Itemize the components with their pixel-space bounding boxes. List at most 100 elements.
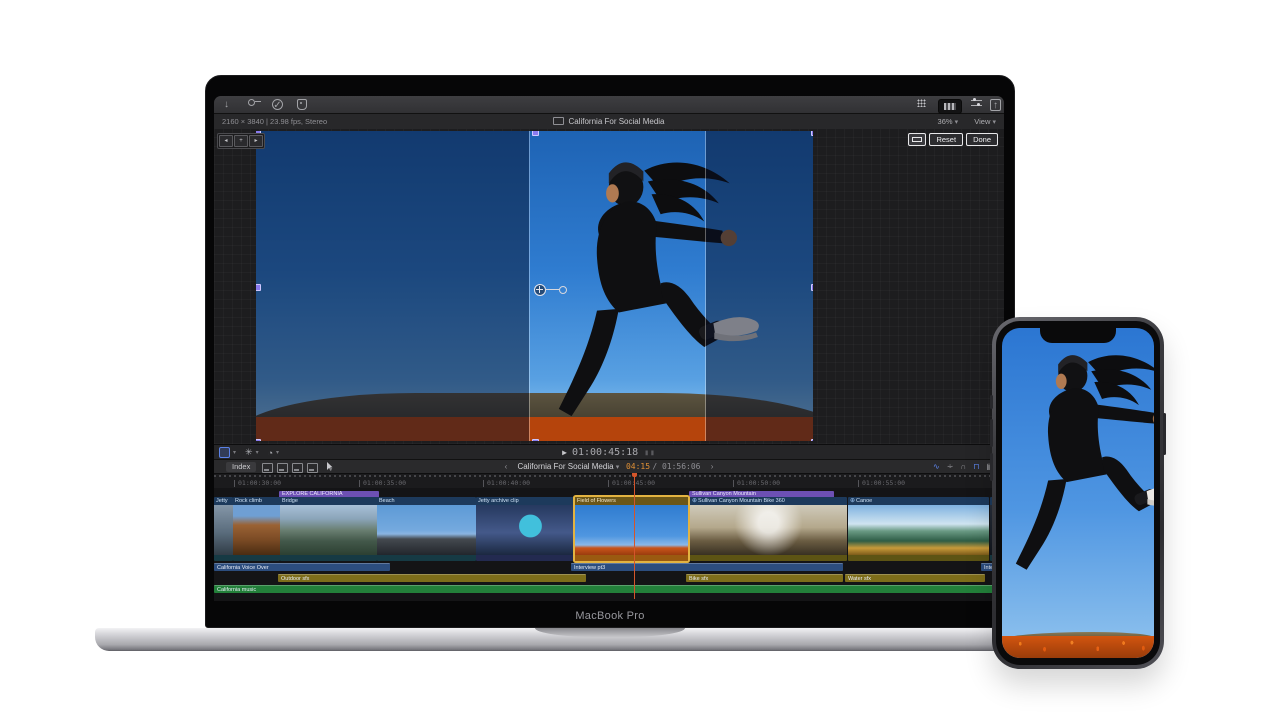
audio-clip[interactable]: Outdoor sfx (278, 574, 586, 582)
solo-icon[interactable]: ∩ (960, 462, 966, 472)
view-dropdown[interactable]: View ▾ (974, 117, 996, 126)
clip-audio-strip (575, 555, 688, 561)
timeline-project-name[interactable]: California For Social Media (518, 462, 614, 471)
timeline-clip[interactable]: ⊕Sullivan Canyon Mountain Bike 360 (690, 497, 847, 561)
timeline-body: EXPLORE CALIFORNIASullivan Canyon Mounta… (214, 488, 1004, 601)
skimmer-marks: ▮▮ (644, 448, 656, 457)
crop-handle[interactable] (532, 131, 539, 136)
clip-name: Jetty archive clip (476, 497, 575, 505)
clip-name: Bridge (280, 497, 377, 505)
share-icon[interactable]: ↑ (990, 99, 1001, 111)
inspector-icon[interactable] (971, 99, 982, 108)
clip-audio-strip (280, 555, 377, 561)
audio-clip[interactable]: Interview pt3 (571, 563, 843, 571)
phone-poppy-field (1002, 636, 1154, 658)
skimming-icon[interactable]: ∿ (933, 462, 940, 472)
clip-name: Jetty (214, 497, 233, 505)
clip-audio-strip (214, 555, 233, 561)
phone-jumping-person (1002, 342, 1154, 596)
effects-badge-icon[interactable] (297, 99, 307, 110)
macbook-screen: ↓ ✓ ↑ 2160 × 3840 | 23.98 fps, Stereo Ca… (205, 75, 1015, 628)
audio-clip[interactable]: California music (214, 585, 1001, 593)
phone-volume-down-button (990, 453, 993, 481)
timeline-clip[interactable]: Jetty archive clip (476, 497, 575, 561)
crop-tool-icon[interactable] (908, 133, 926, 146)
timeline-clip[interactable]: Rock climb (233, 497, 280, 561)
audio-clip[interactable]: Bike sfx (686, 574, 843, 582)
timeline-clip[interactable]: Field of Flowers (575, 497, 688, 561)
timeline-toolbar: Index ▾ ‹ California For Social Media ▾ … (214, 459, 1004, 474)
browser-grid-icon[interactable] (917, 99, 926, 107)
timeline-clip[interactable]: Jetty (214, 497, 233, 561)
playhead[interactable] (634, 473, 635, 599)
timeline-clip[interactable]: ⊕Canoe (848, 497, 989, 561)
snapping-icon[interactable]: ⊓ (973, 462, 979, 472)
final-cut-window: ↓ ✓ ↑ 2160 × 3840 | 23.98 fps, Stereo Ca… (214, 96, 1004, 601)
app-toolbar: ↓ ✓ ↑ (214, 96, 1004, 114)
crop-actions: Reset Done (908, 133, 998, 146)
viewer-timecode: 01:00:45:18 (572, 447, 638, 458)
position-left-button[interactable]: ◂ (219, 135, 233, 147)
360-icon: ⊕ (850, 498, 855, 504)
position-right-button[interactable]: ▸ (249, 135, 263, 147)
macbook-lid-scoop (535, 628, 685, 637)
clip-audio-strip (690, 555, 847, 561)
clip-thumbnail (690, 505, 847, 555)
crop-handle[interactable] (532, 439, 539, 441)
clip-thumbnail (280, 505, 377, 555)
clip-thumbnail (476, 505, 575, 555)
macbook-label: MacBook Pro (206, 610, 1014, 622)
play-icon[interactable]: ▶ (562, 448, 567, 457)
clip-thumbnail (848, 505, 989, 555)
audio-skimming-icon[interactable]: ∻ (947, 462, 954, 472)
viewer: ◂ + ▸ Reset Done (214, 129, 1004, 444)
audio-clip[interactable]: Water sfx (845, 574, 985, 582)
filmstrip-view-button[interactable] (938, 99, 962, 114)
clip-thumbnail (214, 505, 233, 555)
ruler-timecode: 01:00:55:00 (862, 479, 905, 487)
phone-mute-switch (990, 395, 993, 409)
info-bar: 2160 × 3840 | 23.98 fps, Stereo Californ… (214, 114, 1004, 130)
clip-audio-strip (377, 555, 476, 561)
clip-name: ⊕Sullivan Canyon Mountain Bike 360 (690, 497, 847, 505)
reset-button[interactable]: Reset (929, 133, 963, 146)
zoom-level-dropdown[interactable]: 36% ▾ (938, 117, 959, 126)
clip-name: ⊕Canoe (848, 497, 989, 505)
clip-name: Beach (377, 497, 476, 505)
crop-handle[interactable] (256, 439, 261, 441)
hero-scene: ↓ ✓ ↑ 2160 × 3840 | 23.98 fps, Stereo Ca… (0, 0, 1280, 720)
viewer-frame (256, 131, 813, 441)
position-center-button[interactable]: + (234, 135, 248, 147)
crop-dim-right (706, 131, 813, 441)
ruler-timecode: 01:00:40:00 (487, 479, 530, 487)
crop-handle[interactable] (811, 284, 813, 291)
import-media-icon[interactable]: ↓ (224, 99, 229, 110)
phone-volume-up-button (990, 419, 993, 447)
iphone (992, 317, 1164, 669)
crop-dim-left (256, 131, 529, 441)
timeline-clip[interactable]: Bridge (280, 497, 377, 561)
ruler-timecode: 01:00:30:00 (238, 479, 281, 487)
project-title: California For Social Media (214, 117, 1004, 126)
prev-project-icon[interactable]: ‹ (497, 462, 516, 471)
clip-name: Field of Flowers (575, 497, 688, 505)
clip-audio-strip (476, 555, 575, 561)
filmstrip-icon (944, 103, 956, 110)
ruler-timecode: 01:00:50:00 (737, 479, 780, 487)
done-button[interactable]: Done (966, 133, 998, 146)
timeline-toggles: ∿ ∻ ∩ ⊓ ▤ (933, 462, 994, 472)
position-drag-handle[interactable] (534, 284, 568, 296)
next-project-icon[interactable]: › (703, 462, 722, 471)
timeline-nav: ‹ California For Social Media ▾ 04:15 / … (214, 462, 1004, 471)
background-tasks-icon[interactable]: ✓ (272, 99, 283, 110)
crop-handle[interactable] (811, 131, 813, 136)
crop-handle[interactable] (256, 284, 261, 291)
clip-thumbnail (575, 505, 688, 555)
timeline-clip[interactable]: Beach (377, 497, 476, 561)
ruler-timecode: 01:00:35:00 (363, 479, 406, 487)
crop-handle[interactable] (811, 439, 813, 441)
keyword-editor-icon[interactable] (248, 99, 260, 104)
conform-position-group: ◂ + ▸ (217, 133, 265, 149)
audio-clip[interactable]: California Voice Over (214, 563, 390, 571)
timeline-ruler[interactable]: 01:00:30:0001:00:35:0001:00:40:0001:00:4… (214, 473, 1004, 489)
